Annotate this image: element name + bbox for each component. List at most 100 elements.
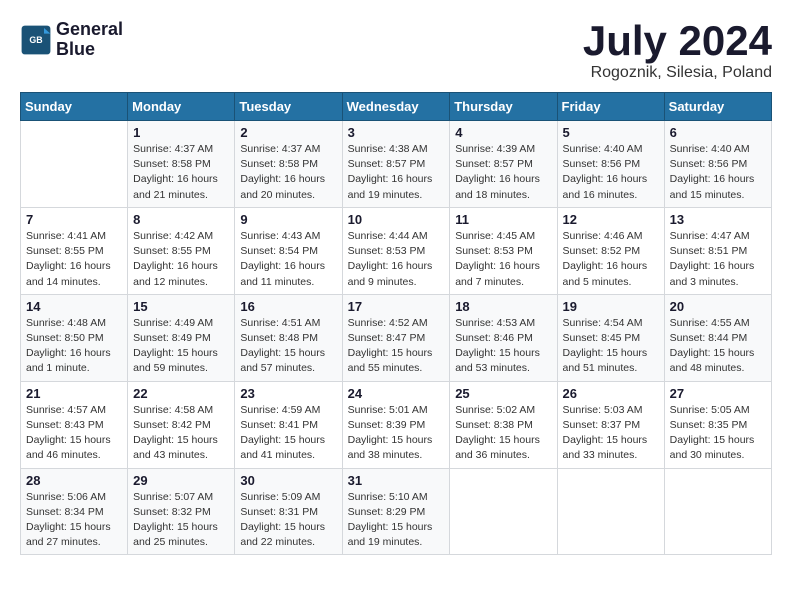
calendar-header: SundayMondayTuesdayWednesdayThursdayFrid… [21,93,772,121]
calendar-cell [557,468,664,555]
day-header-monday: Monday [128,93,235,121]
day-number: 30 [240,473,336,488]
calendar-cell: 2 Sunrise: 4:37 AM Sunset: 8:58 PM Daylig… [235,121,342,208]
calendar-week-1: 1 Sunrise: 4:37 AM Sunset: 8:58 PM Daylig… [21,121,772,208]
calendar-cell: 3 Sunrise: 4:38 AM Sunset: 8:57 PM Daylig… [342,121,450,208]
day-number: 21 [26,386,122,401]
day-info: Sunrise: 4:44 AM Sunset: 8:53 PM Dayligh… [348,229,445,290]
day-number: 11 [455,212,551,227]
day-header-friday: Friday [557,93,664,121]
day-header-tuesday: Tuesday [235,93,342,121]
day-header-sunday: Sunday [21,93,128,121]
day-number: 5 [563,125,659,140]
location: Rogoznik, Silesia, Poland [583,64,772,82]
calendar-cell: 5Sunrise: 4:40 AM Sunset: 8:56 PM Daylig… [557,121,664,208]
day-info: Sunrise: 4:51 AM Sunset: 8:48 PM Dayligh… [240,316,336,377]
calendar-cell [21,121,128,208]
day-number: 16 [240,299,336,314]
day-info: Sunrise: 4:46 AM Sunset: 8:52 PM Dayligh… [563,229,659,290]
day-number: 7 [26,212,122,227]
calendar-cell [450,468,557,555]
day-number: 15 [133,299,229,314]
day-number: 8 [133,212,229,227]
calendar-cell: 16 Sunrise: 4:51 AM Sunset: 8:48 PM Dayli… [235,294,342,381]
day-number: 22 [133,386,229,401]
day-header-saturday: Saturday [664,93,771,121]
day-info: Sunrise: 5:06 AM Sunset: 8:34 PM Dayligh… [26,490,122,551]
logo-icon: GB [20,24,52,56]
day-number: 9 [240,212,336,227]
calendar-week-2: 7 Sunrise: 4:41 AM Sunset: 8:55 PM Daylig… [21,207,772,294]
calendar-cell: 10 Sunrise: 4:44 AM Sunset: 8:53 PM Dayli… [342,207,450,294]
day-info: Sunrise: 4:48 AM Sunset: 8:50 PM Dayligh… [26,316,122,377]
calendar-cell: 6 Sunrise: 4:40 AM Sunset: 8:56 PM Daylig… [664,121,771,208]
day-info: Sunrise: 5:10 AM Sunset: 8:29 PM Dayligh… [348,490,445,551]
calendar-cell: 17 Sunrise: 4:52 AM Sunset: 8:47 PM Dayli… [342,294,450,381]
calendar-cell: 27 Sunrise: 5:05 AM Sunset: 8:35 PM Dayli… [664,381,771,468]
calendar-body: 1 Sunrise: 4:37 AM Sunset: 8:58 PM Daylig… [21,121,772,555]
calendar-cell: 23Sunrise: 4:59 AM Sunset: 8:41 PM Dayli… [235,381,342,468]
calendar-cell: 21 Sunrise: 4:57 AM Sunset: 8:43 PM Dayli… [21,381,128,468]
logo: GB General Blue [20,20,123,60]
day-info: Sunrise: 4:39 AM Sunset: 8:57 PM Dayligh… [455,142,551,203]
day-number: 14 [26,299,122,314]
calendar-cell: 29Sunrise: 5:07 AM Sunset: 8:32 PM Dayli… [128,468,235,555]
day-info: Sunrise: 4:52 AM Sunset: 8:47 PM Dayligh… [348,316,445,377]
day-number: 17 [348,299,445,314]
day-info: Sunrise: 4:40 AM Sunset: 8:56 PM Dayligh… [670,142,766,203]
day-info: Sunrise: 4:57 AM Sunset: 8:43 PM Dayligh… [26,403,122,464]
day-info: Sunrise: 5:03 AM Sunset: 8:37 PM Dayligh… [563,403,659,464]
day-number: 31 [348,473,445,488]
day-info: Sunrise: 4:49 AM Sunset: 8:49 PM Dayligh… [133,316,229,377]
calendar-cell: 7 Sunrise: 4:41 AM Sunset: 8:55 PM Daylig… [21,207,128,294]
calendar-cell: 25Sunrise: 5:02 AM Sunset: 8:38 PM Dayli… [450,381,557,468]
day-number: 18 [455,299,551,314]
day-info: Sunrise: 4:41 AM Sunset: 8:55 PM Dayligh… [26,229,122,290]
day-number: 25 [455,386,551,401]
calendar-cell: 31 Sunrise: 5:10 AM Sunset: 8:29 PM Dayli… [342,468,450,555]
day-info: Sunrise: 4:37 AM Sunset: 8:58 PM Dayligh… [240,142,336,203]
calendar-week-4: 21 Sunrise: 4:57 AM Sunset: 8:43 PM Dayli… [21,381,772,468]
calendar-cell: 20Sunrise: 4:55 AM Sunset: 8:44 PM Dayli… [664,294,771,381]
calendar-week-3: 14 Sunrise: 4:48 AM Sunset: 8:50 PM Dayli… [21,294,772,381]
page-header: GB General Blue July 2024 Rogoznik, Sile… [20,20,772,82]
calendar-week-5: 28 Sunrise: 5:06 AM Sunset: 8:34 PM Dayli… [21,468,772,555]
day-info: Sunrise: 5:01 AM Sunset: 8:39 PM Dayligh… [348,403,445,464]
logo-text: General Blue [56,20,123,60]
calendar-cell: 14 Sunrise: 4:48 AM Sunset: 8:50 PM Dayli… [21,294,128,381]
day-number: 20 [670,299,766,314]
calendar-cell: 9 Sunrise: 4:43 AM Sunset: 8:54 PM Daylig… [235,207,342,294]
day-info: Sunrise: 5:05 AM Sunset: 8:35 PM Dayligh… [670,403,766,464]
day-number: 3 [348,125,445,140]
day-info: Sunrise: 5:09 AM Sunset: 8:31 PM Dayligh… [240,490,336,551]
day-number: 1 [133,125,229,140]
day-info: Sunrise: 4:43 AM Sunset: 8:54 PM Dayligh… [240,229,336,290]
day-number: 2 [240,125,336,140]
day-info: Sunrise: 4:59 AM Sunset: 8:41 PM Dayligh… [240,403,336,464]
day-info: Sunrise: 4:42 AM Sunset: 8:55 PM Dayligh… [133,229,229,290]
calendar-cell: 22 Sunrise: 4:58 AM Sunset: 8:42 PM Dayli… [128,381,235,468]
day-number: 24 [348,386,445,401]
calendar-cell: 30 Sunrise: 5:09 AM Sunset: 8:31 PM Dayli… [235,468,342,555]
calendar-cell: 8 Sunrise: 4:42 AM Sunset: 8:55 PM Daylig… [128,207,235,294]
day-number: 6 [670,125,766,140]
calendar-cell: 12Sunrise: 4:46 AM Sunset: 8:52 PM Dayli… [557,207,664,294]
calendar-cell [664,468,771,555]
day-header-thursday: Thursday [450,93,557,121]
title-block: July 2024 Rogoznik, Silesia, Poland [583,20,772,82]
day-number: 4 [455,125,551,140]
calendar-table: SundayMondayTuesdayWednesdayThursdayFrid… [20,92,772,555]
day-header-wednesday: Wednesday [342,93,450,121]
month-title: July 2024 [583,20,772,62]
calendar-cell: 15 Sunrise: 4:49 AM Sunset: 8:49 PM Dayli… [128,294,235,381]
calendar-cell: 28 Sunrise: 5:06 AM Sunset: 8:34 PM Dayli… [21,468,128,555]
day-number: 27 [670,386,766,401]
calendar-cell: 26Sunrise: 5:03 AM Sunset: 8:37 PM Dayli… [557,381,664,468]
day-info: Sunrise: 4:38 AM Sunset: 8:57 PM Dayligh… [348,142,445,203]
day-number: 28 [26,473,122,488]
day-number: 10 [348,212,445,227]
day-info: Sunrise: 4:58 AM Sunset: 8:42 PM Dayligh… [133,403,229,464]
calendar-cell: 24 Sunrise: 5:01 AM Sunset: 8:39 PM Dayli… [342,381,450,468]
calendar-cell: 4 Sunrise: 4:39 AM Sunset: 8:57 PM Daylig… [450,121,557,208]
day-number: 19 [563,299,659,314]
